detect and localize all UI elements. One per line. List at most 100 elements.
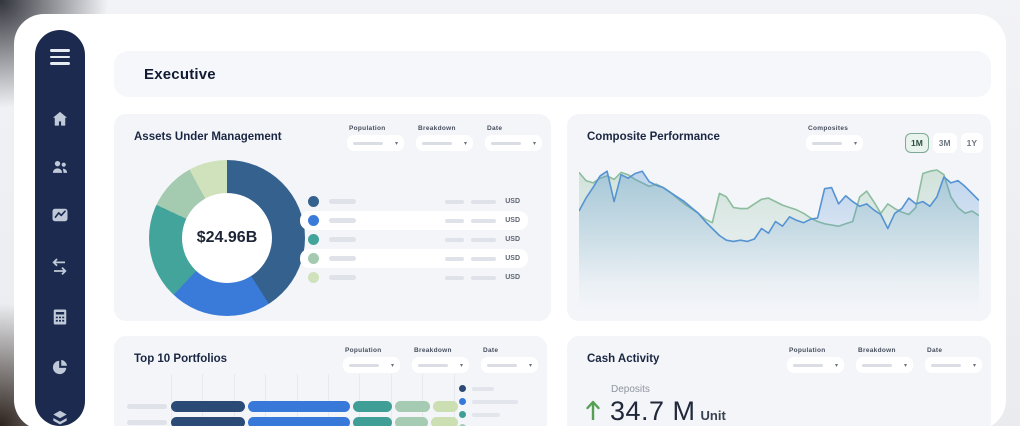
select-placeholder [349, 364, 379, 367]
portfolios-filters: Population▾Breakdown▾Date▾ [343, 347, 538, 373]
sidebar [35, 30, 85, 426]
transactions-icon[interactable] [49, 256, 71, 278]
composite-performance-chart[interactable] [579, 159, 979, 309]
app-container: Executive Assets Under Management Popula… [14, 14, 1006, 426]
legend-dot [308, 272, 319, 283]
aum-legend-row[interactable]: USD [300, 230, 528, 249]
holdings-layers-icon[interactable] [49, 406, 71, 426]
aum-legend-row[interactable]: USD [300, 249, 528, 268]
breakdown-select[interactable]: ▾ [416, 135, 473, 151]
deposits-value-row: 34.7 M Unit [610, 396, 726, 426]
aum-legend: USDUSDUSDUSDUSD [300, 192, 528, 287]
filter-label: Population [343, 347, 400, 354]
breakdown-select[interactable]: ▾ [412, 357, 469, 373]
legend-dot [308, 234, 319, 245]
bar-segment [353, 417, 392, 426]
home-icon[interactable] [49, 108, 71, 130]
filter-breakdown: Breakdown▾ [412, 347, 469, 373]
card-cash-activity: Cash Activity Population▾Breakdown▾Date▾… [567, 336, 991, 426]
menu-icon[interactable] [49, 46, 71, 68]
bar-segment [171, 417, 245, 426]
legend-label-placeholder [329, 256, 356, 261]
select-placeholder [418, 364, 448, 367]
aum-total-value: $24.96B [197, 229, 258, 247]
chevron-down-icon: ▾ [391, 362, 394, 369]
card-title: Top 10 Portfolios [134, 353, 227, 365]
population-select[interactable]: ▾ [343, 357, 400, 373]
breakdown-select[interactable]: ▾ [856, 357, 913, 373]
currency-label: USD [502, 236, 520, 243]
bar-segment [248, 401, 350, 412]
filter-label: Date [481, 347, 538, 354]
filter-label: Population [347, 125, 404, 132]
deposits-unit: Unit [701, 408, 726, 423]
bar-segment [433, 401, 458, 412]
filter-date: Date ▾ [481, 347, 538, 373]
row-label-placeholder [127, 404, 167, 409]
bar-segment [248, 417, 350, 426]
legend-dot [459, 385, 466, 392]
legend-label-placeholder [472, 413, 500, 417]
chevron-down-icon: ▾ [529, 362, 532, 369]
range-button-1y[interactable]: 1Y [961, 133, 983, 153]
aum-donut-chart[interactable]: $24.96B [149, 160, 305, 316]
legend-dot [308, 253, 319, 264]
deposits-value: 34.7 M [610, 396, 696, 426]
bar-segment [171, 401, 245, 412]
legend-dot [308, 215, 319, 226]
card-title: Assets Under Management [134, 131, 282, 143]
chevron-down-icon: ▾ [904, 362, 907, 369]
value-placeholder [445, 276, 464, 280]
composites-label: Composites [806, 125, 863, 132]
chevron-down-icon: ▾ [533, 140, 536, 147]
portfolio-bar-row[interactable] [171, 401, 458, 412]
currency-label: USD [502, 255, 520, 262]
legend-dot [459, 398, 466, 405]
filter-population: Population ▾ [347, 125, 404, 151]
date-select[interactable]: ▾ [925, 357, 982, 373]
aum-legend-row[interactable]: USD [300, 211, 528, 230]
page-header: Executive [114, 51, 991, 97]
filter-breakdown: Breakdown ▾ [416, 125, 473, 151]
select-placeholder [491, 142, 521, 145]
range-button-1m[interactable]: 1M [905, 133, 929, 153]
card-title: Composite Performance [587, 131, 720, 143]
portfolio-bar-row[interactable] [171, 417, 458, 426]
row-label-placeholder [127, 420, 167, 425]
legend-dot [459, 411, 466, 418]
currency-label: USD [502, 274, 520, 281]
calculator-icon[interactable] [49, 306, 71, 328]
chevron-down-icon: ▾ [395, 140, 398, 147]
legend-item [459, 398, 534, 405]
aum-legend-row[interactable]: USD [300, 268, 528, 287]
filter-population: Population ▾ [343, 347, 400, 373]
value-placeholder [471, 257, 496, 261]
population-select[interactable]: ▾ [787, 357, 844, 373]
bar-segment [395, 401, 431, 412]
date-select[interactable]: ▾ [485, 135, 542, 151]
performance-icon[interactable] [49, 204, 71, 226]
select-placeholder [487, 364, 517, 367]
chevron-down-icon: ▾ [464, 140, 467, 147]
cash-filters: Population ▾ Breakdown ▾ Date ▾ [787, 347, 982, 373]
legend-label-placeholder [329, 275, 356, 280]
composites-select[interactable]: ▾ [806, 135, 863, 151]
donut-hole: $24.96B [182, 193, 272, 283]
value-placeholder [445, 238, 464, 242]
allocation-pie-icon[interactable] [49, 356, 71, 378]
population-select[interactable]: ▾ [347, 135, 404, 151]
range-button-3m[interactable]: 3M [933, 133, 957, 153]
filter-label: Date [925, 347, 982, 354]
chevron-down-icon: ▾ [835, 362, 838, 369]
card-assets-under-management: Assets Under Management Population▾Break… [114, 114, 551, 321]
chevron-down-icon: ▾ [460, 362, 463, 369]
filter-label: Breakdown [856, 347, 913, 354]
clients-icon[interactable] [49, 156, 71, 178]
legend-label-placeholder [329, 199, 356, 204]
filter-label: Population [787, 347, 844, 354]
date-select[interactable]: ▾ [481, 357, 538, 373]
filter-breakdown: Breakdown ▾ [856, 347, 913, 373]
aum-legend-row[interactable]: USD [300, 192, 528, 211]
value-placeholder [445, 200, 464, 204]
filter-label: Breakdown [416, 125, 473, 132]
